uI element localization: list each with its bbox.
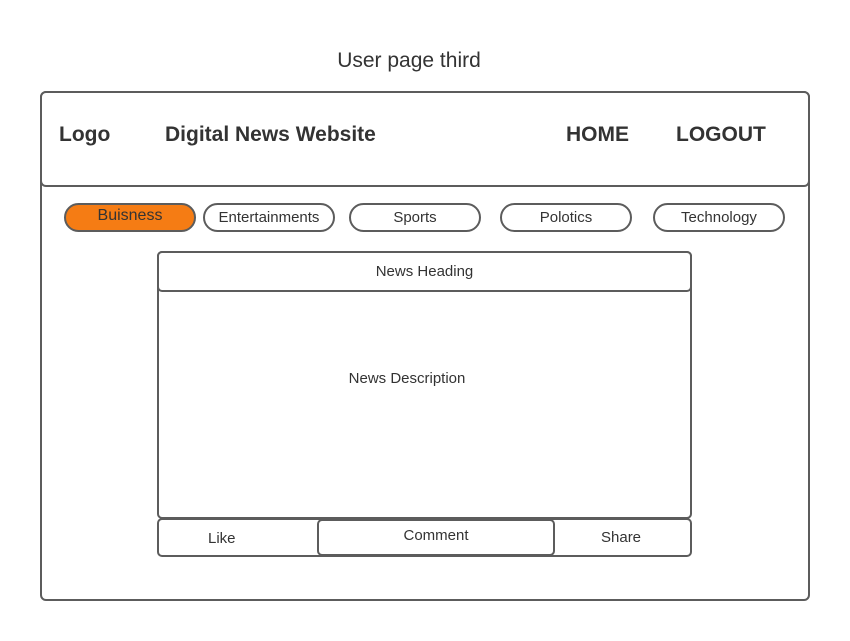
category-tab-sports[interactable]: Sports: [349, 203, 481, 232]
home-link[interactable]: HOME: [566, 123, 629, 147]
share-button[interactable]: Share: [601, 529, 641, 546]
category-tab-label: Entertainments: [218, 209, 320, 226]
category-tab-technology[interactable]: Technology: [653, 203, 785, 232]
news-heading-text: News Heading: [375, 263, 474, 280]
like-button[interactable]: Like: [208, 530, 236, 547]
category-tab-business[interactable]: Buisness: [64, 203, 196, 232]
news-heading[interactable]: News Heading: [157, 251, 692, 292]
page-title: User page third: [337, 49, 481, 72]
news-description: News Description: [348, 370, 466, 387]
comment-button-label: Comment: [403, 527, 469, 544]
site-title: Digital News Website: [165, 123, 376, 146]
category-tab-label: Technology: [681, 209, 757, 226]
comment-button[interactable]: Comment: [317, 519, 555, 556]
category-tab-label: Polotics: [539, 209, 593, 226]
category-tab-politics[interactable]: Polotics: [500, 203, 632, 232]
category-tab-entertainments[interactable]: Entertainments: [203, 203, 335, 232]
logout-link[interactable]: LOGOUT: [676, 123, 766, 147]
category-tab-label: Buisness: [97, 207, 163, 224]
logo[interactable]: Logo: [59, 123, 110, 147]
category-tab-label: Sports: [393, 209, 437, 226]
